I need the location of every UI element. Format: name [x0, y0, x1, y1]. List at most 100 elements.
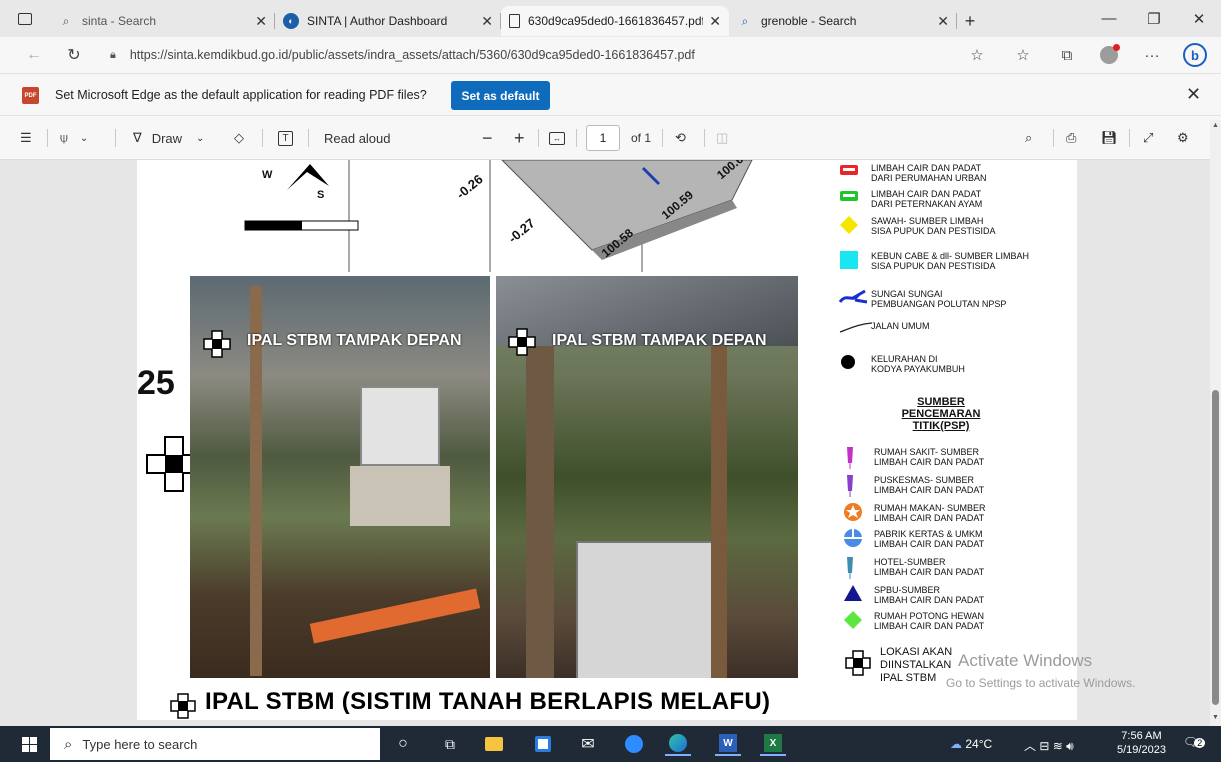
legend-line: DARI PERUMAHAN URBAN	[871, 173, 987, 183]
weather-widget[interactable]: ☁ 24°C	[950, 737, 992, 751]
tab-label: 630d9ca95ded0-1661836457.pdf	[528, 14, 704, 28]
settings-more-button[interactable]: ···	[1137, 41, 1167, 69]
mail-button[interactable]: ✉	[575, 732, 601, 756]
temperature-label: 24°C	[965, 737, 993, 751]
favorites-icon: ☆	[1016, 47, 1030, 64]
refresh-icon: ↻	[67, 47, 81, 64]
legend-line: LIMBAH CAIR DAN PADAT	[874, 457, 985, 467]
close-infobar-icon[interactable]: ✕	[1186, 84, 1201, 105]
psp-title: SUMBER PENCEMARAN TITIK(PSP)	[881, 396, 1001, 432]
notifications-button[interactable]: 🗨︎2	[1183, 735, 1206, 749]
start-button[interactable]	[16, 732, 42, 756]
tab-label: sinta - Search	[82, 14, 157, 28]
scroll-down-icon[interactable]: ▼	[1212, 714, 1219, 721]
page-number-input[interactable]: 1	[586, 125, 620, 151]
psp-title-line: SUMBER	[917, 396, 965, 408]
taskbar-search-box[interactable]: ⌕ Type here to search	[50, 728, 380, 760]
search-icon: ⌕	[741, 13, 749, 28]
scrollbar-thumb[interactable]	[1212, 390, 1219, 705]
clock[interactable]: 7:56 AM 5/19/2023	[1117, 729, 1166, 757]
tab-sinta-author-dashboard[interactable]: ◐ SINTA | Author Dashboard ✕	[275, 6, 501, 36]
new-tab-button[interactable]: +	[957, 6, 983, 36]
close-tab-icon[interactable]: ✕	[255, 13, 267, 30]
word-icon: W	[719, 734, 737, 752]
close-tab-icon[interactable]: ✕	[937, 13, 949, 30]
save-button[interactable]: 💾︎	[1101, 128, 1118, 148]
tab-grenoble-search[interactable]: ⌕ grenoble - Search ✕	[729, 6, 957, 36]
pdf-icon: PDF	[22, 87, 39, 104]
zoom-app-button[interactable]	[621, 732, 647, 756]
ipal-location-symbol	[203, 330, 231, 358]
zoom-out-button[interactable]: −	[482, 128, 493, 148]
close-tab-icon[interactable]: ✕	[709, 13, 721, 30]
legend-symbol-icon	[843, 556, 877, 579]
favorite-add-icon: ☆	[970, 47, 984, 64]
water-tank	[360, 386, 440, 466]
back-button[interactable]: ←	[18, 40, 50, 70]
bing-button[interactable]: b	[1180, 41, 1210, 69]
plus-icon: +	[514, 127, 525, 148]
legend-item: LIMBAH CAIR DAN PADAT DARI PETERNAKAN AYA…	[871, 189, 982, 209]
highlighter-icon: ⍦	[60, 130, 68, 145]
favorites-button[interactable]: ☆	[1008, 41, 1038, 69]
legend-line: SISA PUPUK DAN PESTISIDA	[871, 226, 996, 236]
scale-bar	[245, 221, 302, 230]
zoom-in-button[interactable]: +	[514, 128, 525, 148]
photo-left-label: IPAL STBM TAMPAK DEPAN	[247, 332, 462, 349]
legend-line: PUSKESMAS- SUMBER	[874, 475, 975, 485]
legend-item: LIMBAH CAIR DAN PADAT DARI PERUMAHAN URBA…	[871, 163, 987, 183]
clock-date: 5/19/2023	[1117, 744, 1166, 756]
legend-line: KODYA PAYAKUMBUH	[871, 364, 965, 374]
concrete-base	[350, 466, 450, 526]
address-toolbar: ← ↻ 🔒︎ https://sinta.kemdikbud.go.id/pub…	[0, 37, 1221, 73]
page-view-button[interactable]: ◫	[716, 128, 728, 148]
fit-to-width-button[interactable]: ↔	[549, 128, 565, 148]
print-button[interactable]: ⎙	[1066, 128, 1076, 148]
search-icon: ⌕	[1025, 130, 1033, 145]
profile-button[interactable]	[1094, 41, 1124, 69]
restore-button[interactable]: ❐	[1131, 0, 1177, 37]
fullscreen-button[interactable]: ⤢	[1143, 128, 1153, 148]
file-explorer-button[interactable]	[481, 732, 507, 756]
address-bar[interactable]: 🔒︎ https://sinta.kemdikbud.go.id/public/…	[110, 41, 990, 69]
erase-button[interactable]: ◇	[234, 128, 244, 148]
read-aloud-address-button[interactable]: ☆	[962, 41, 992, 69]
store-button[interactable]	[530, 732, 556, 756]
photo-right-label: IPAL STBM TAMPAK DEPAN	[552, 332, 767, 349]
contents-button[interactable]: ☰	[20, 128, 32, 148]
legend-symbol-icon	[843, 610, 877, 629]
tab-pdf-document[interactable]: 630d9ca95ded0-1661836457.pdf ✕	[501, 6, 729, 36]
close-tab-icon[interactable]: ✕	[481, 13, 493, 30]
excel-button[interactable]: X	[760, 732, 786, 756]
read-aloud-label: Read aloud	[324, 130, 391, 146]
legend-line: SPBU-SUMBER	[874, 585, 941, 595]
word-button[interactable]: W	[715, 732, 741, 756]
page-number: 1	[599, 131, 607, 145]
pdf-settings-button[interactable]: ⚙	[1177, 128, 1189, 148]
scroll-up-icon[interactable]: ▲	[1212, 122, 1219, 129]
cortana-button[interactable]: ○	[390, 732, 416, 756]
vertical-scrollbar[interactable]: ▲ ▼	[1210, 120, 1221, 726]
system-tray[interactable]: ︿ ⊟ ≋ 🔊︎	[1024, 737, 1074, 754]
legend-item: PABRIK KERTAS & UMKM LIMBAH CAIR DAN PADA…	[874, 529, 984, 549]
add-text-button[interactable]: T	[278, 128, 293, 148]
fit-width-icon: ↔	[549, 131, 565, 145]
refresh-button[interactable]: ↻	[58, 40, 90, 70]
search-icon: ⌕	[64, 735, 73, 753]
task-view-button[interactable]: ⧉	[437, 732, 463, 756]
tab-actions-button[interactable]	[0, 0, 50, 37]
tab-sinta-search[interactable]: ⌕ sinta - Search ✕	[50, 6, 275, 36]
list-icon: ☰	[20, 130, 32, 145]
read-aloud-button[interactable]: Read aloud	[324, 128, 391, 148]
rotate-button[interactable]: ⟲	[675, 128, 686, 148]
windows-taskbar: ⌕ Type here to search ○ ⧉ ✉ W X ☁ 24°C ︿…	[0, 726, 1221, 762]
collections-button[interactable]: ⧉	[1052, 41, 1082, 69]
close-window-button[interactable]: ✕	[1176, 0, 1221, 37]
find-button[interactable]: ⌕	[1025, 128, 1032, 148]
highlight-button[interactable]: ⍦ ⌄	[60, 128, 88, 148]
minimize-button[interactable]: —	[1086, 0, 1132, 37]
edge-button[interactable]	[665, 732, 691, 756]
draw-button[interactable]: ∇ Draw ⌄	[133, 128, 204, 148]
more-icon: ···	[1144, 46, 1160, 64]
set-as-default-button[interactable]: Set as default	[451, 81, 550, 110]
